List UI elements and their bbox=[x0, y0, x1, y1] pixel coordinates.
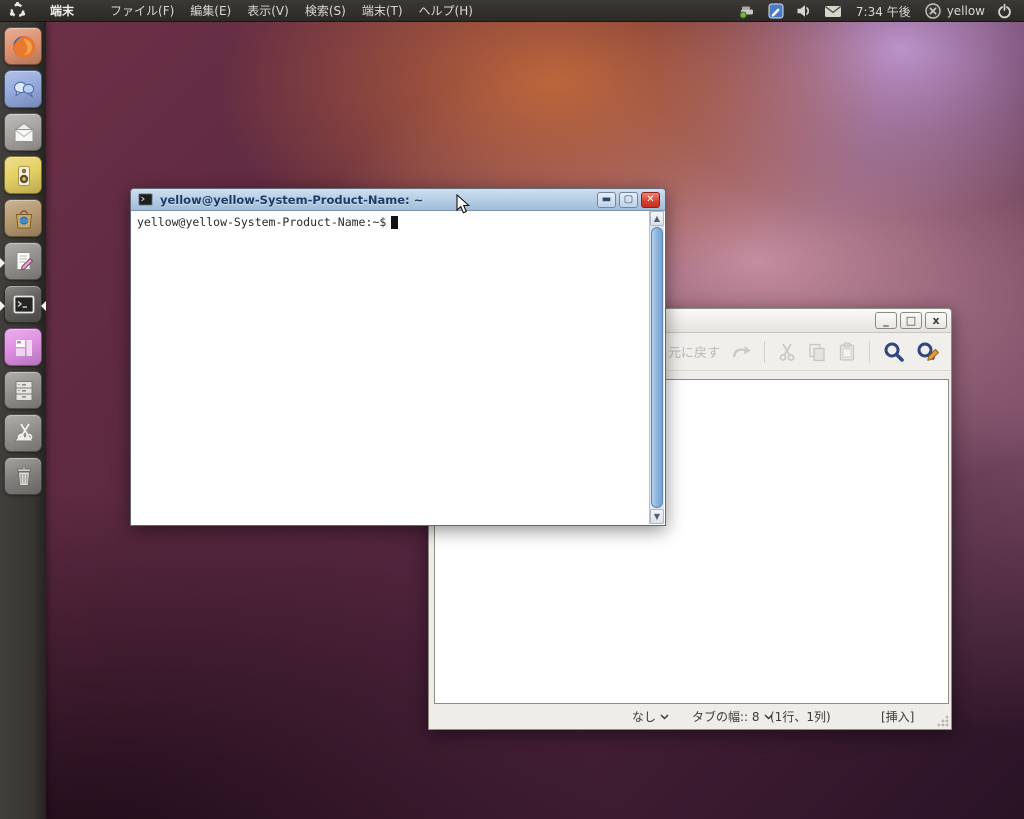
toolbar-separator bbox=[764, 341, 765, 363]
user-name: yellow bbox=[947, 4, 985, 18]
maximize-button[interactable]: ▢ bbox=[619, 192, 638, 208]
replace-button[interactable] bbox=[911, 337, 947, 367]
envelope-icon bbox=[11, 120, 37, 146]
insert-mode-label: [挿入] bbox=[881, 708, 914, 725]
firefox-icon bbox=[11, 34, 37, 60]
dock-item-file-cabinet[interactable] bbox=[4, 371, 42, 409]
volume-icon[interactable] bbox=[790, 0, 818, 22]
file-cabinet-icon bbox=[11, 378, 37, 404]
paste-button[interactable] bbox=[832, 337, 862, 367]
paste-icon bbox=[837, 342, 857, 362]
language-dropdown[interactable]: なし bbox=[632, 708, 669, 725]
maximize-button[interactable]: □ bbox=[900, 312, 922, 329]
menu-file[interactable]: ファイル(F) bbox=[102, 0, 182, 22]
resize-grip[interactable] bbox=[937, 715, 949, 727]
replace-magnifier-icon bbox=[916, 340, 942, 364]
dock-item-screenshot-tool[interactable] bbox=[4, 414, 42, 452]
scrollbar-thumb[interactable] bbox=[651, 227, 663, 508]
trash-icon bbox=[11, 464, 37, 490]
dock-item-firefox[interactable] bbox=[4, 27, 42, 65]
terminal-content[interactable]: yellow@yellow-System-Product-Name:~$ bbox=[132, 211, 649, 524]
shopping-bag-icon bbox=[11, 206, 37, 232]
focused-indicator-arrow bbox=[41, 301, 46, 311]
speaker-icon bbox=[11, 163, 37, 189]
cut-scissors-icon bbox=[777, 342, 797, 362]
network-icon[interactable] bbox=[733, 0, 762, 22]
terminal-window: yellow@yellow-System-Product-Name: ~ ▬ ▢… bbox=[130, 188, 666, 526]
menu-view[interactable]: 表示(V) bbox=[239, 0, 297, 22]
terminal-icon bbox=[11, 292, 37, 318]
menubar: ファイル(F) 編集(E) 表示(V) 検索(S) 端末(T) ヘルプ(H) bbox=[102, 0, 481, 22]
dock-item-workspace-switcher[interactable] bbox=[4, 328, 42, 366]
menu-terminal[interactable]: 端末(T) bbox=[354, 0, 411, 22]
terminal-scrollbar[interactable]: ▲ ▼ bbox=[649, 211, 664, 524]
minimize-button[interactable]: _ bbox=[875, 312, 897, 329]
find-button[interactable] bbox=[877, 337, 911, 367]
menu-search[interactable]: 検索(S) bbox=[297, 0, 354, 22]
user-status-offline-icon bbox=[925, 3, 941, 19]
launcher-dock bbox=[0, 22, 46, 819]
power-icon[interactable] bbox=[991, 0, 1018, 22]
scroll-down-button[interactable]: ▼ bbox=[650, 509, 664, 524]
copy-icon bbox=[807, 342, 827, 362]
cursor-position-label: (1行、1列) bbox=[770, 708, 831, 725]
minimize-button[interactable]: ▬ bbox=[597, 192, 616, 208]
terminal-titlebar[interactable]: yellow@yellow-System-Product-Name: ~ ▬ ▢… bbox=[131, 189, 665, 211]
dock-item-gedit[interactable] bbox=[4, 242, 42, 280]
dock-item-software-center[interactable] bbox=[4, 199, 42, 237]
chat-balloons-icon bbox=[11, 77, 37, 103]
terminal-cursor bbox=[391, 216, 398, 229]
text-editor-icon bbox=[11, 249, 37, 275]
terminal-title: yellow@yellow-System-Product-Name: ~ bbox=[160, 193, 423, 207]
messaging-icon[interactable] bbox=[818, 0, 848, 22]
cut-button[interactable] bbox=[772, 337, 802, 367]
clock[interactable]: 7:34 午後 bbox=[848, 3, 919, 20]
dock-item-terminal[interactable] bbox=[4, 285, 42, 323]
input-method-icon[interactable] bbox=[762, 0, 790, 22]
running-indicator-arrow bbox=[0, 301, 5, 311]
toolbar-separator bbox=[869, 341, 870, 363]
close-icon[interactable]: ✕ bbox=[641, 192, 660, 208]
scroll-up-button[interactable]: ▲ bbox=[650, 211, 664, 226]
dock-item-evolution-mail[interactable] bbox=[4, 113, 42, 151]
mouse-pointer bbox=[456, 194, 470, 215]
scissors-photo-icon bbox=[11, 421, 37, 447]
dock-item-trash[interactable] bbox=[4, 457, 42, 495]
menu-help[interactable]: ヘルプ(H) bbox=[411, 0, 481, 22]
ubuntu-logo-icon[interactable] bbox=[9, 2, 26, 19]
terminal-icon bbox=[138, 193, 153, 206]
running-indicator-arrow bbox=[0, 258, 5, 268]
top-panel: 端末 ファイル(F) 編集(E) 表示(V) 検索(S) 端末(T) ヘルプ(H… bbox=[0, 0, 1024, 22]
dock-item-empathy-chat[interactable] bbox=[4, 70, 42, 108]
indicator-tray: 7:34 午後 yellow bbox=[733, 0, 1018, 22]
me-menu[interactable]: yellow bbox=[919, 3, 991, 19]
undo-button[interactable]: 元に戻す bbox=[663, 337, 725, 367]
workspaces-icon bbox=[11, 335, 37, 361]
chevron-down-icon bbox=[660, 714, 669, 720]
active-app-name: 端末 bbox=[50, 2, 74, 19]
find-magnifier-icon bbox=[882, 340, 906, 364]
terminal-prompt-line: yellow@yellow-System-Product-Name:~$ bbox=[137, 215, 398, 229]
redo-button[interactable] bbox=[725, 337, 757, 367]
copy-button[interactable] bbox=[802, 337, 832, 367]
dock-item-rhythmbox[interactable] bbox=[4, 156, 42, 194]
desktop: 端末 ファイル(F) 編集(E) 表示(V) 検索(S) 端末(T) ヘルプ(H… bbox=[0, 0, 1024, 819]
menu-edit[interactable]: 編集(E) bbox=[182, 0, 239, 22]
close-button[interactable]: x bbox=[925, 312, 947, 329]
redo-arrow-icon bbox=[730, 342, 752, 362]
editor-statusbar: なし タブの幅:: 8 (1行、1列) [挿入] bbox=[429, 702, 951, 729]
tab-width-dropdown[interactable]: タブの幅:: 8 bbox=[692, 708, 773, 725]
